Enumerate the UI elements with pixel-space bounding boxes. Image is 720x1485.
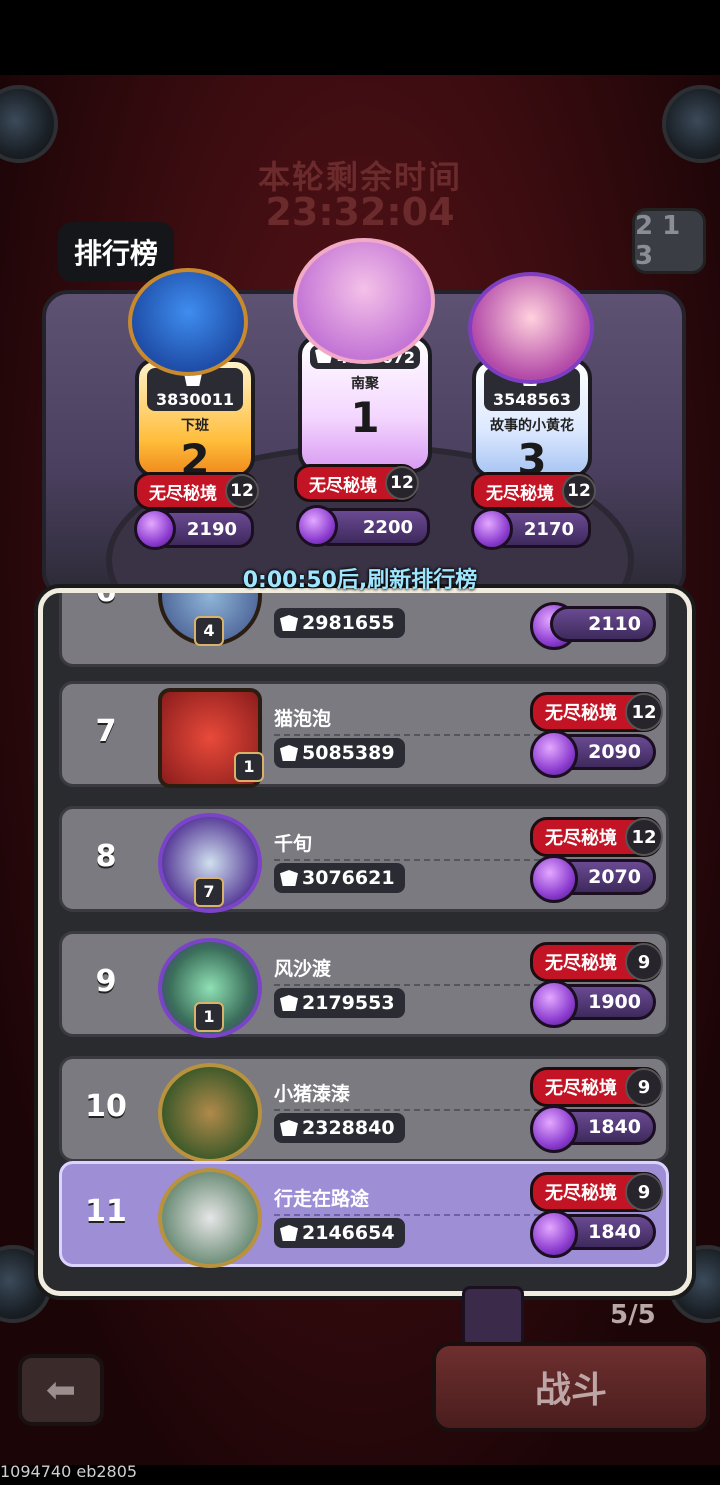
row-divider — [274, 1109, 540, 1111]
row-divider — [274, 1214, 540, 1216]
trophy-icon — [280, 1120, 298, 1136]
mode-level: 12 — [625, 693, 663, 731]
ranking-row[interactable]: 6 4 2981655 2110 — [59, 593, 669, 667]
row-rank: 10 — [85, 1089, 127, 1124]
mode-label: 无尽秘境 — [149, 483, 217, 504]
row-rank: 8 — [95, 839, 117, 874]
podium-name-rank-2: 下班 — [181, 418, 209, 434]
podium-rank-1: 1 — [350, 393, 380, 442]
row-player-name: 千旬 — [274, 833, 313, 855]
row-score: 3076621 — [274, 863, 405, 893]
mode-level: 12 — [562, 474, 596, 508]
hero-level-badge: 1 — [194, 1002, 224, 1032]
soul-gem-icon — [134, 508, 176, 550]
mode-level: 12 — [385, 466, 419, 500]
soul-gem-icon — [530, 855, 578, 903]
soul-gem-icon — [530, 730, 578, 778]
row-rank: 11 — [85, 1194, 127, 1229]
row-avatar[interactable] — [158, 1063, 262, 1163]
ranking-row[interactable]: 8 7 千旬 3076621 无尽秘境 12 2070 — [59, 806, 669, 913]
mode-badge-rank-1: 无尽秘境 12 — [294, 464, 419, 502]
row-divider — [274, 734, 540, 736]
hero-level-badge: 1 — [234, 752, 264, 782]
row-player-name: 猫泡泡 — [274, 708, 332, 730]
row-mode-badge: 无尽秘境 12 — [530, 692, 663, 732]
hero-level-badge: 4 — [194, 616, 224, 646]
card-deck-icon — [462, 1286, 524, 1348]
mode-label: 无尽秘境 — [545, 1078, 617, 1099]
podium-name-rank-3: 故事的小黄花 — [490, 418, 574, 434]
build-info: 1094740 eb2805 — [0, 1462, 138, 1481]
mode-label: 无尽秘境 — [309, 475, 377, 496]
row-player-name: 风沙渡 — [274, 958, 332, 980]
hero-level-badge: 7 — [194, 877, 224, 907]
back-button[interactable]: ⬅ — [18, 1354, 104, 1426]
row-score: 2179553 — [274, 988, 405, 1018]
row-mode-badge: 无尽秘境 9 — [530, 1067, 663, 1107]
row-player-name: 行走在路途 — [274, 1188, 370, 1210]
avatar-rank-1[interactable] — [293, 238, 435, 364]
row-rank: 7 — [95, 714, 117, 749]
ranking-row[interactable]: 7 1 猫泡泡 5085389 无尽秘境 12 2090 — [59, 681, 669, 788]
ranking-list[interactable]: 6 4 2981655 2110 7 1 猫泡泡 5085389 无尽秘境 12 … — [38, 588, 692, 1296]
row-avatar[interactable] — [158, 1168, 262, 1268]
trophy-icon — [280, 1225, 298, 1241]
soul-gem-icon — [530, 1210, 578, 1258]
mode-badge-rank-2: 无尽秘境 12 — [134, 472, 259, 510]
row-power: 2110 — [550, 606, 656, 642]
soul-gem-icon — [530, 980, 578, 1028]
row-mode-badge: 无尽秘境 12 — [530, 817, 663, 857]
avatar-rank-2[interactable] — [128, 268, 248, 376]
fight-button[interactable]: 战斗 — [432, 1342, 710, 1432]
trophy-icon — [280, 615, 298, 631]
podium-icon[interactable]: 2 1 3 — [632, 208, 706, 274]
mode-label: 无尽秘境 — [545, 828, 617, 849]
page-indicator: 5/5 — [610, 1300, 656, 1330]
soul-gem-icon — [471, 508, 513, 550]
podium-name-rank-1: 南聚 — [351, 376, 379, 392]
mode-label: 无尽秘境 — [545, 953, 617, 974]
mode-label: 无尽秘境 — [545, 703, 617, 724]
soul-gem-icon — [296, 505, 338, 547]
trophy-icon — [280, 995, 298, 1011]
mode-level: 9 — [625, 943, 663, 981]
row-score: 2981655 — [274, 608, 405, 638]
ranking-row-self[interactable]: 11 行走在路途 2146654 无尽秘境 9 1840 — [59, 1161, 669, 1268]
back-arrow-icon: ⬅ — [45, 1369, 77, 1411]
avatar-rank-3[interactable] — [468, 272, 594, 384]
mode-level: 12 — [625, 818, 663, 856]
row-divider — [274, 984, 540, 986]
ranking-row[interactable]: 10 小猪溙溙 2328840 无尽秘境 9 1840 — [59, 1056, 669, 1163]
soul-gem-icon — [530, 1105, 578, 1153]
row-score: 2328840 — [274, 1113, 405, 1143]
leaderboard-tab[interactable]: 排行榜 — [58, 222, 175, 282]
mode-badge-rank-3: 无尽秘境 12 — [471, 472, 596, 510]
trophy-icon — [280, 745, 298, 761]
row-rank: 9 — [95, 964, 117, 999]
mode-label: 无尽秘境 — [545, 1183, 617, 1204]
podium-card-rank-2[interactable]: 3830011 下班 2 — [135, 358, 255, 478]
row-mode-badge: 无尽秘境 9 — [530, 1172, 663, 1212]
ranking-row[interactable]: 9 1 风沙渡 2179553 无尽秘境 9 1900 — [59, 931, 669, 1038]
mode-level: 9 — [625, 1068, 663, 1106]
row-score: 2146654 — [274, 1218, 405, 1248]
mode-level: 9 — [625, 1173, 663, 1211]
refresh-notice: 0:00:50后,刷新排行榜 — [242, 568, 478, 593]
row-divider — [274, 859, 540, 861]
row-player-name: 小猪溙溙 — [274, 1083, 351, 1105]
row-mode-badge: 无尽秘境 9 — [530, 942, 663, 982]
row-score: 5085389 — [274, 738, 405, 768]
mode-level: 12 — [225, 474, 259, 508]
trophy-icon — [280, 870, 298, 886]
mode-label: 无尽秘境 — [486, 483, 554, 504]
